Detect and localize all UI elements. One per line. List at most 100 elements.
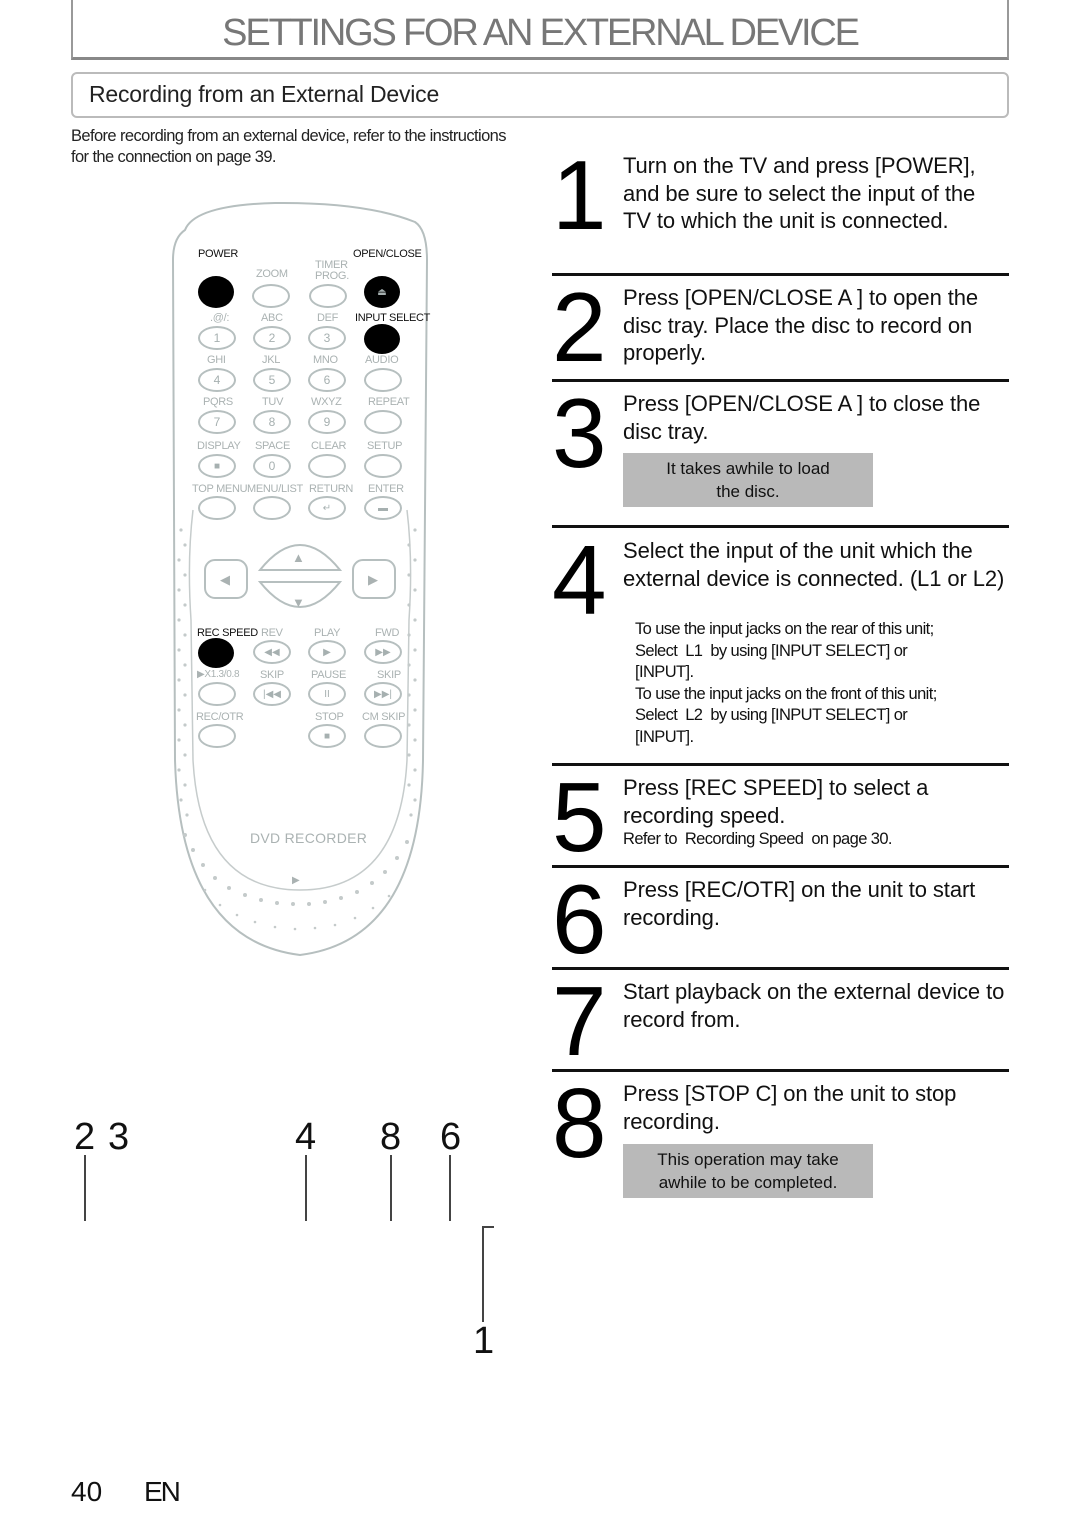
callout-3: 3 [108,1116,130,1158]
label-k1: .@/: [210,312,230,324]
enter-button[interactable]: ▬ [364,496,402,520]
rec-speed-button[interactable] [198,638,234,668]
rewind-icon: ◀◀ [264,646,280,658]
section-header-box: Recording from an External Device [71,72,1009,118]
key-7[interactable]: 7 [198,410,236,434]
sub-line: Select L2 by using [INPUT SELECT] or [635,706,908,724]
step-1: 1 Turn on the TV and press [POWER], and … [552,146,1009,272]
step-divider [552,1069,1009,1072]
label-input-select: INPUT SELECT [355,312,431,324]
section-title: Recording from an External Device [89,81,440,107]
step-number: 4 [552,525,606,635]
callout-line-2-3 [84,1155,86,1221]
step-6: 6 Press [REC/OTR] on the unit to start r… [552,864,1009,974]
page-number: 40 [71,1476,103,1507]
step-8: 8 Press [STOP C] on the unit to stop rec… [552,1074,1009,1210]
pause-icon: II [324,688,330,700]
square-icon: ■ [213,460,221,472]
label-repeat: REPEAT [368,396,410,408]
step-number: 5 [552,762,606,872]
down-arrow-button[interactable]: ▼ [292,595,305,610]
menu-list-button[interactable] [253,496,291,520]
up-arrow-button[interactable]: ▲ [292,550,305,565]
key-5[interactable]: 5 [253,368,291,392]
step-text: Press [REC SPEED] to select a recording … [623,775,929,828]
callout-line-1 [482,1226,484,1322]
clear-button[interactable] [308,454,346,478]
fwd-button[interactable]: ▶▶ [364,640,402,664]
page-title: SETTINGS FOR AN EXTERNAL DEVICE [222,12,860,54]
rev-button[interactable]: ◀◀ [253,640,291,664]
timer-prog-button[interactable] [309,284,347,308]
key-8[interactable]: 8 [253,410,291,434]
key-3[interactable]: 3 [308,326,346,350]
power-button[interactable] [198,276,234,308]
skip-fwd-button[interactable]: ▶▶| [364,682,402,706]
setup-button[interactable] [364,454,402,478]
label-k5: JKL [262,354,281,366]
key-4[interactable]: 4 [198,368,236,392]
step-text: Press [REC/OTR] on the unit to start rec… [623,877,976,930]
return-button[interactable]: ↵ [308,496,346,520]
note-line: awhile to be completed. [658,1173,838,1192]
step-text: Press [OPEN/CLOSE A ] to open the disc t… [623,285,978,365]
sub-line: Select L1 by using [INPUT SELECT] or [635,641,908,660]
step-note: This operation may take awhile to be com… [623,1144,873,1198]
key-2[interactable]: 2 [253,326,291,350]
key-9[interactable]: 9 [308,410,346,434]
label-enter: ENTER [368,483,404,495]
label-skip-back: SKIP [260,669,284,681]
sub-line: To use the input jacks on the front of t… [635,684,937,703]
callout-8: 8 [380,1116,402,1158]
label-prog: PROG. [315,270,349,282]
cm-skip-button[interactable] [364,724,402,748]
key-6[interactable]: 6 [308,368,346,392]
stop-button[interactable]: ■ [308,724,346,748]
audio-button[interactable] [364,368,402,392]
sub-line: [INPUT]. [635,663,694,681]
stop-icon: ■ [323,730,331,742]
label-audio: AUDIO [365,354,399,366]
step-note: It takes awhile to load the disc. [623,453,873,507]
step-text: Select the input of the unit which the e… [623,538,1005,591]
label-k6: MNO [313,354,338,366]
input-select-button[interactable] [364,324,400,354]
repeat-button[interactable] [364,410,402,434]
step-divider [552,379,1009,382]
label-k9: WXYZ [311,396,342,408]
sub-line: [INPUT]. [635,727,694,746]
open-close-button[interactable]: ⏏ [364,276,400,308]
pause-button[interactable]: II [308,682,346,706]
left-arrow-button[interactable]: ◀ [220,572,230,588]
key-0[interactable]: 0 [253,454,291,478]
page-header-box: SETTINGS FOR AN EXTERNAL DEVICE [71,0,1009,60]
skip-back-button[interactable]: |◀◀ [253,682,291,706]
rec-otr-button[interactable] [198,724,236,748]
step-subtext: Refer to Recording Speed on page 30. [623,830,893,848]
bottom-play-icon: ▶ [292,875,300,886]
label-fwd: FWD [375,627,400,639]
callout-line-4 [305,1155,307,1221]
note-line: It takes awhile to load [666,459,830,478]
speed-play-button[interactable] [198,682,236,706]
label-return: RETURN [309,483,354,495]
label-k7: PQRS [203,396,233,408]
label-power: POWER [198,248,239,260]
step-subtext: To use the input jacks on the rear of th… [635,619,1010,748]
label-k8: TUV [262,396,284,408]
zoom-button[interactable] [252,284,290,308]
step-text: Press [STOP C] on the unit to stop recor… [623,1081,957,1134]
label-top-menu: TOP MENU [192,483,248,495]
key-1[interactable]: 1 [198,326,236,350]
step-text: Turn on the TV and press [POWER], and be… [623,153,976,233]
step-number: 6 [552,864,606,974]
display-button[interactable]: ■ [198,454,236,478]
label-clear: CLEAR [311,440,347,452]
step-text: Start playback on the external device to… [623,979,1005,1032]
top-menu-button[interactable] [198,496,236,520]
callout-line-1-hook [482,1226,494,1228]
callout-2: 2 [74,1116,96,1158]
right-arrow-button[interactable]: ▶ [368,572,378,588]
play-button[interactable]: ▶ [308,640,346,664]
label-rev: REV [261,627,283,639]
